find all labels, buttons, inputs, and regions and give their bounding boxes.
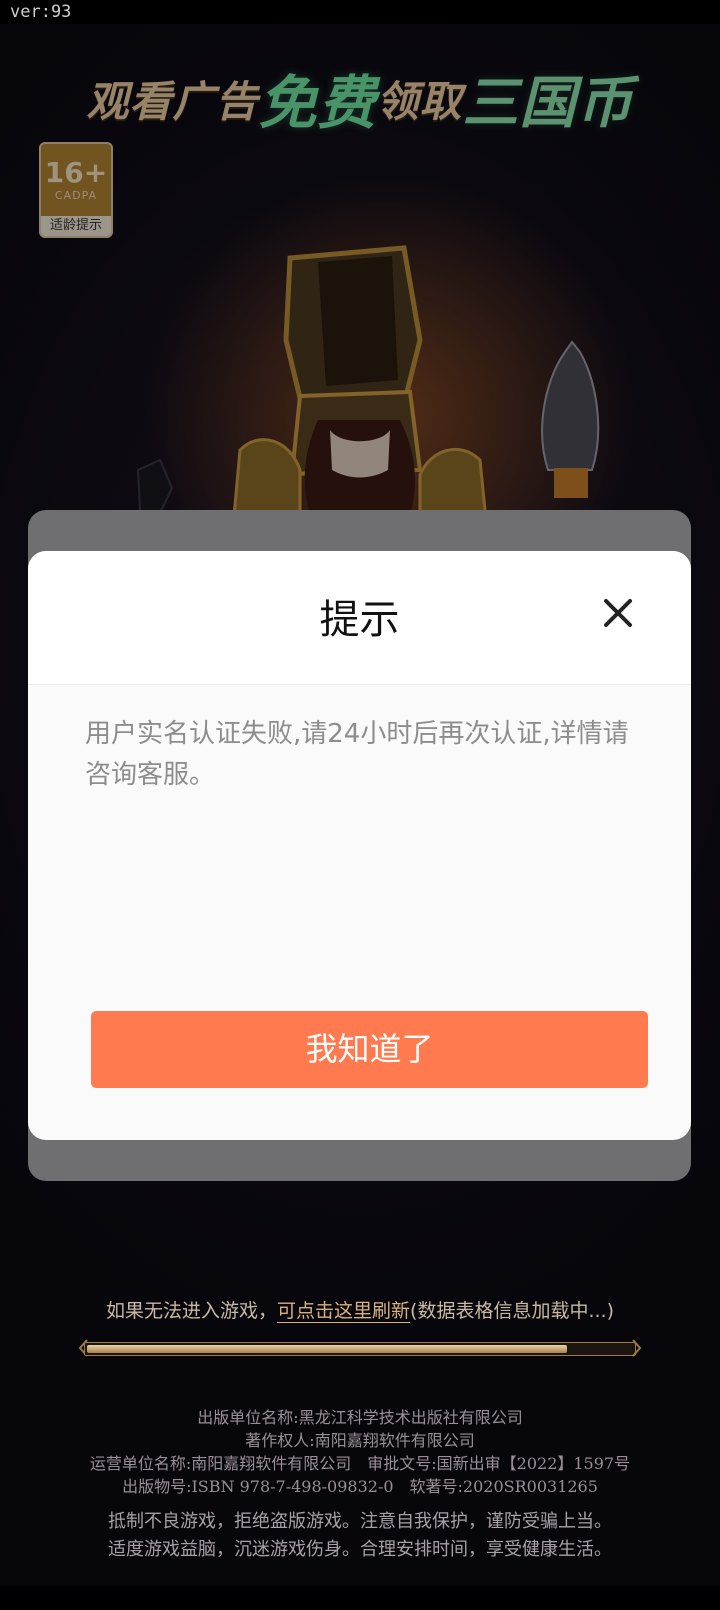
legal-isbn: 出版物号:ISBN 978-7-498-09832-0 软著号:2020SR00… xyxy=(122,1477,598,1496)
confirm-button[interactable]: 我知道了 xyxy=(91,1011,648,1088)
loading-progress-bar xyxy=(78,1339,642,1357)
refresh-prefix: 如果无法进入游戏， xyxy=(106,1300,278,1322)
dialog-header: 提示 xyxy=(28,551,691,685)
legal-copyright: 著作权人:南阳嘉翔软件有限公司 xyxy=(245,1431,475,1450)
progress-cap-right-icon xyxy=(632,1339,642,1357)
health-notice-1: 抵制不良游戏，拒绝盗版游戏。注意自我保护，谨防受骗上当。 xyxy=(108,1511,612,1532)
close-icon xyxy=(604,599,632,627)
legal-publisher: 出版单位名称:黑龙江科学技术出版社有限公司 xyxy=(197,1408,523,1427)
version-label: ver:93 xyxy=(0,0,720,24)
alert-dialog: 提示 用户实名认证失败,请24小时后再次认证,详情请咨询客服。 我知道了 xyxy=(28,551,691,1140)
close-button[interactable] xyxy=(593,588,643,638)
bottom-bar xyxy=(0,1586,720,1610)
refresh-hint: 如果无法进入游戏，可点击这里刷新(数据表格信息加载中...) xyxy=(0,1296,720,1323)
dialog-title: 提示 xyxy=(319,597,400,643)
progress-track xyxy=(84,1342,636,1356)
progress-fill xyxy=(87,1345,567,1353)
refresh-link[interactable]: 可点击这里刷新 xyxy=(277,1300,411,1323)
legal-operator: 运营单位名称:南阳嘉翔软件有限公司 审批文号:国新出审【2022】1597号 xyxy=(89,1454,631,1473)
loading-status: (数据表格信息加载中...) xyxy=(410,1300,614,1322)
health-notice-2: 适度游戏益脑，沉迷游戏伤身。合理安排时间，享受健康生活。 xyxy=(108,1539,612,1560)
dialog-message: 用户实名认证失败,请24小时后再次认证,详情请咨询客服。 xyxy=(85,719,629,790)
